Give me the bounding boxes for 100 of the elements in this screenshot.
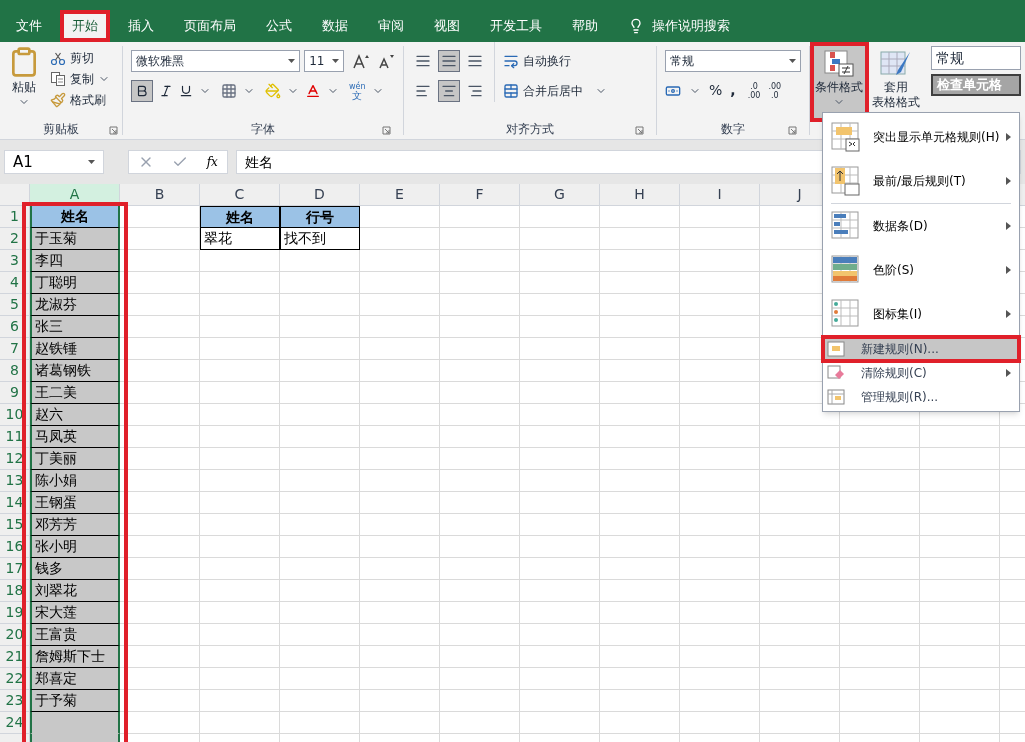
wrap-text-icon [503,53,519,69]
borders-icon[interactable] [221,83,237,99]
comma-button[interactable]: , [730,80,736,101]
ribbon-tab[interactable]: 审阅 [366,10,416,42]
paintbrush-icon [50,92,66,108]
name-box[interactable]: A1 [4,150,104,174]
launcher-icon[interactable] [635,126,644,135]
phonetic-button[interactable]: wén 文 [349,82,366,100]
menu-item[interactable]: 清除规则(C) [823,361,1019,385]
dropdown-arrow-icon [789,59,796,63]
manage-rules-icon [827,389,845,405]
table-cell: 龙淑芬 [30,294,120,316]
column-header[interactable]: D [280,184,360,205]
highlight-rules-icon [831,122,861,152]
italic-icon[interactable] [159,84,173,98]
scissors-icon [50,50,66,66]
top-bottom-rules-icon [831,166,861,196]
ribbon-tab[interactable]: 文件 [4,10,54,42]
increase-decimal-button[interactable]: .0 .00 [747,81,761,100]
table-cell: 丁美丽 [30,448,120,470]
table-cell: 于玉菊 [30,228,120,250]
table-cell: 王二美 [30,382,120,404]
column-header[interactable]: I [680,184,760,205]
align-button[interactable] [438,80,460,102]
ribbon-tab[interactable]: 视图 [422,10,472,42]
data-bars-icon [831,211,861,241]
lightbulb-icon [628,18,644,34]
table-cell: 诸葛钢铁 [30,360,120,382]
ribbon-tab[interactable]: 公式 [254,10,304,42]
table-cell: 张小明 [30,536,120,558]
conditional-formatting-icon [824,50,855,78]
merge-center-button[interactable]: 合并后居中 [503,80,607,102]
column-header[interactable]: F [440,184,520,205]
ribbon-tab[interactable]: 插入 [116,10,166,42]
menu-item[interactable]: 色阶(S) [823,248,1019,292]
ribbon-tab[interactable]: 页面布局 [172,10,248,42]
align-icon [415,53,431,69]
column-header[interactable]: E [360,184,440,205]
menu-item[interactable]: 数据条(D) [823,204,1019,248]
align-icon [467,83,483,99]
bold-icon [135,84,149,98]
menu-item[interactable]: 新建规则(N)... [823,337,1019,361]
launcher-icon[interactable] [109,126,118,135]
ribbon-tab[interactable]: 开始 [60,10,110,42]
ribbon-tab[interactable]: 开发工具 [478,10,554,42]
fill-color-icon[interactable] [265,83,281,99]
table-cell: 王富贵 [30,624,120,646]
font-name-field[interactable]: 微软雅黑 [131,50,301,72]
copy-icon [50,71,66,87]
format-painter-button[interactable]: 格式刷 [50,91,110,109]
table-cell: 宋大莲 [30,602,120,624]
table-cell: 王钢蛋 [30,492,120,514]
percent-button[interactable]: % [709,80,723,101]
table-cell: 于予菊 [30,690,120,712]
menu-item[interactable]: 管理规则(R)... [823,385,1019,409]
style-normal[interactable]: 常规 [931,46,1021,70]
launcher-icon[interactable] [382,126,391,135]
table-cell: 郑喜定 [30,668,120,690]
icon-sets-icon [831,299,861,329]
column-header[interactable]: H [600,184,680,205]
ribbon-tab[interactable]: 帮助 [560,10,610,42]
underline-icon[interactable] [179,84,193,98]
table-cell: 陈小娟 [30,470,120,492]
font-color-icon[interactable] [305,83,321,99]
group-label: 字体 [251,121,275,138]
table-cell: 刘翠花 [30,580,120,602]
table-cell: 赵六 [30,404,120,426]
font-size-field[interactable]: 11 [304,50,344,72]
launcher-icon[interactable] [788,126,797,135]
column-header[interactable]: G [520,184,600,205]
ribbon-tab[interactable]: 数据 [310,10,360,42]
align-icon [441,53,457,69]
insert-function-button[interactable]: fx [206,153,218,171]
align-icon [441,83,457,99]
number-format-field[interactable]: 常规 [665,50,801,72]
align-button[interactable] [438,50,460,72]
bold-button[interactable] [131,80,153,102]
column-header[interactable]: C [200,184,280,205]
decrease-decimal-button[interactable]: .00 .0 [768,81,782,100]
column-header[interactable]: B [120,184,200,205]
group-label: 剪贴板 [43,121,79,138]
dropdown-arrow-icon [288,59,296,63]
menu-item[interactable]: 图标集(I) [823,292,1019,336]
table-cell: 行号 [280,206,360,228]
table-cell: 钱多 [30,558,120,580]
table-cell: 找不到 [280,228,360,250]
copy-button[interactable]: 复制 [50,70,110,88]
table-cell: 张三 [30,316,120,338]
group-label: 数字 [721,121,745,138]
paste-button[interactable]: 粘贴 [4,46,44,109]
table-cell: 丁聪明 [30,272,120,294]
grow-font-icon[interactable] [351,53,370,69]
merge-cells-icon [503,83,519,99]
cut-button[interactable]: 剪切 [50,49,110,67]
table-cell: 翠花 [200,228,280,250]
table-cell: 李四 [30,250,120,272]
tell-me-search[interactable]: 操作说明搜索 [652,16,730,36]
shrink-font-icon[interactable] [377,53,395,69]
dropdown-arrow-icon [88,160,95,164]
wrap-text-button[interactable]: 自动换行 [503,50,607,72]
